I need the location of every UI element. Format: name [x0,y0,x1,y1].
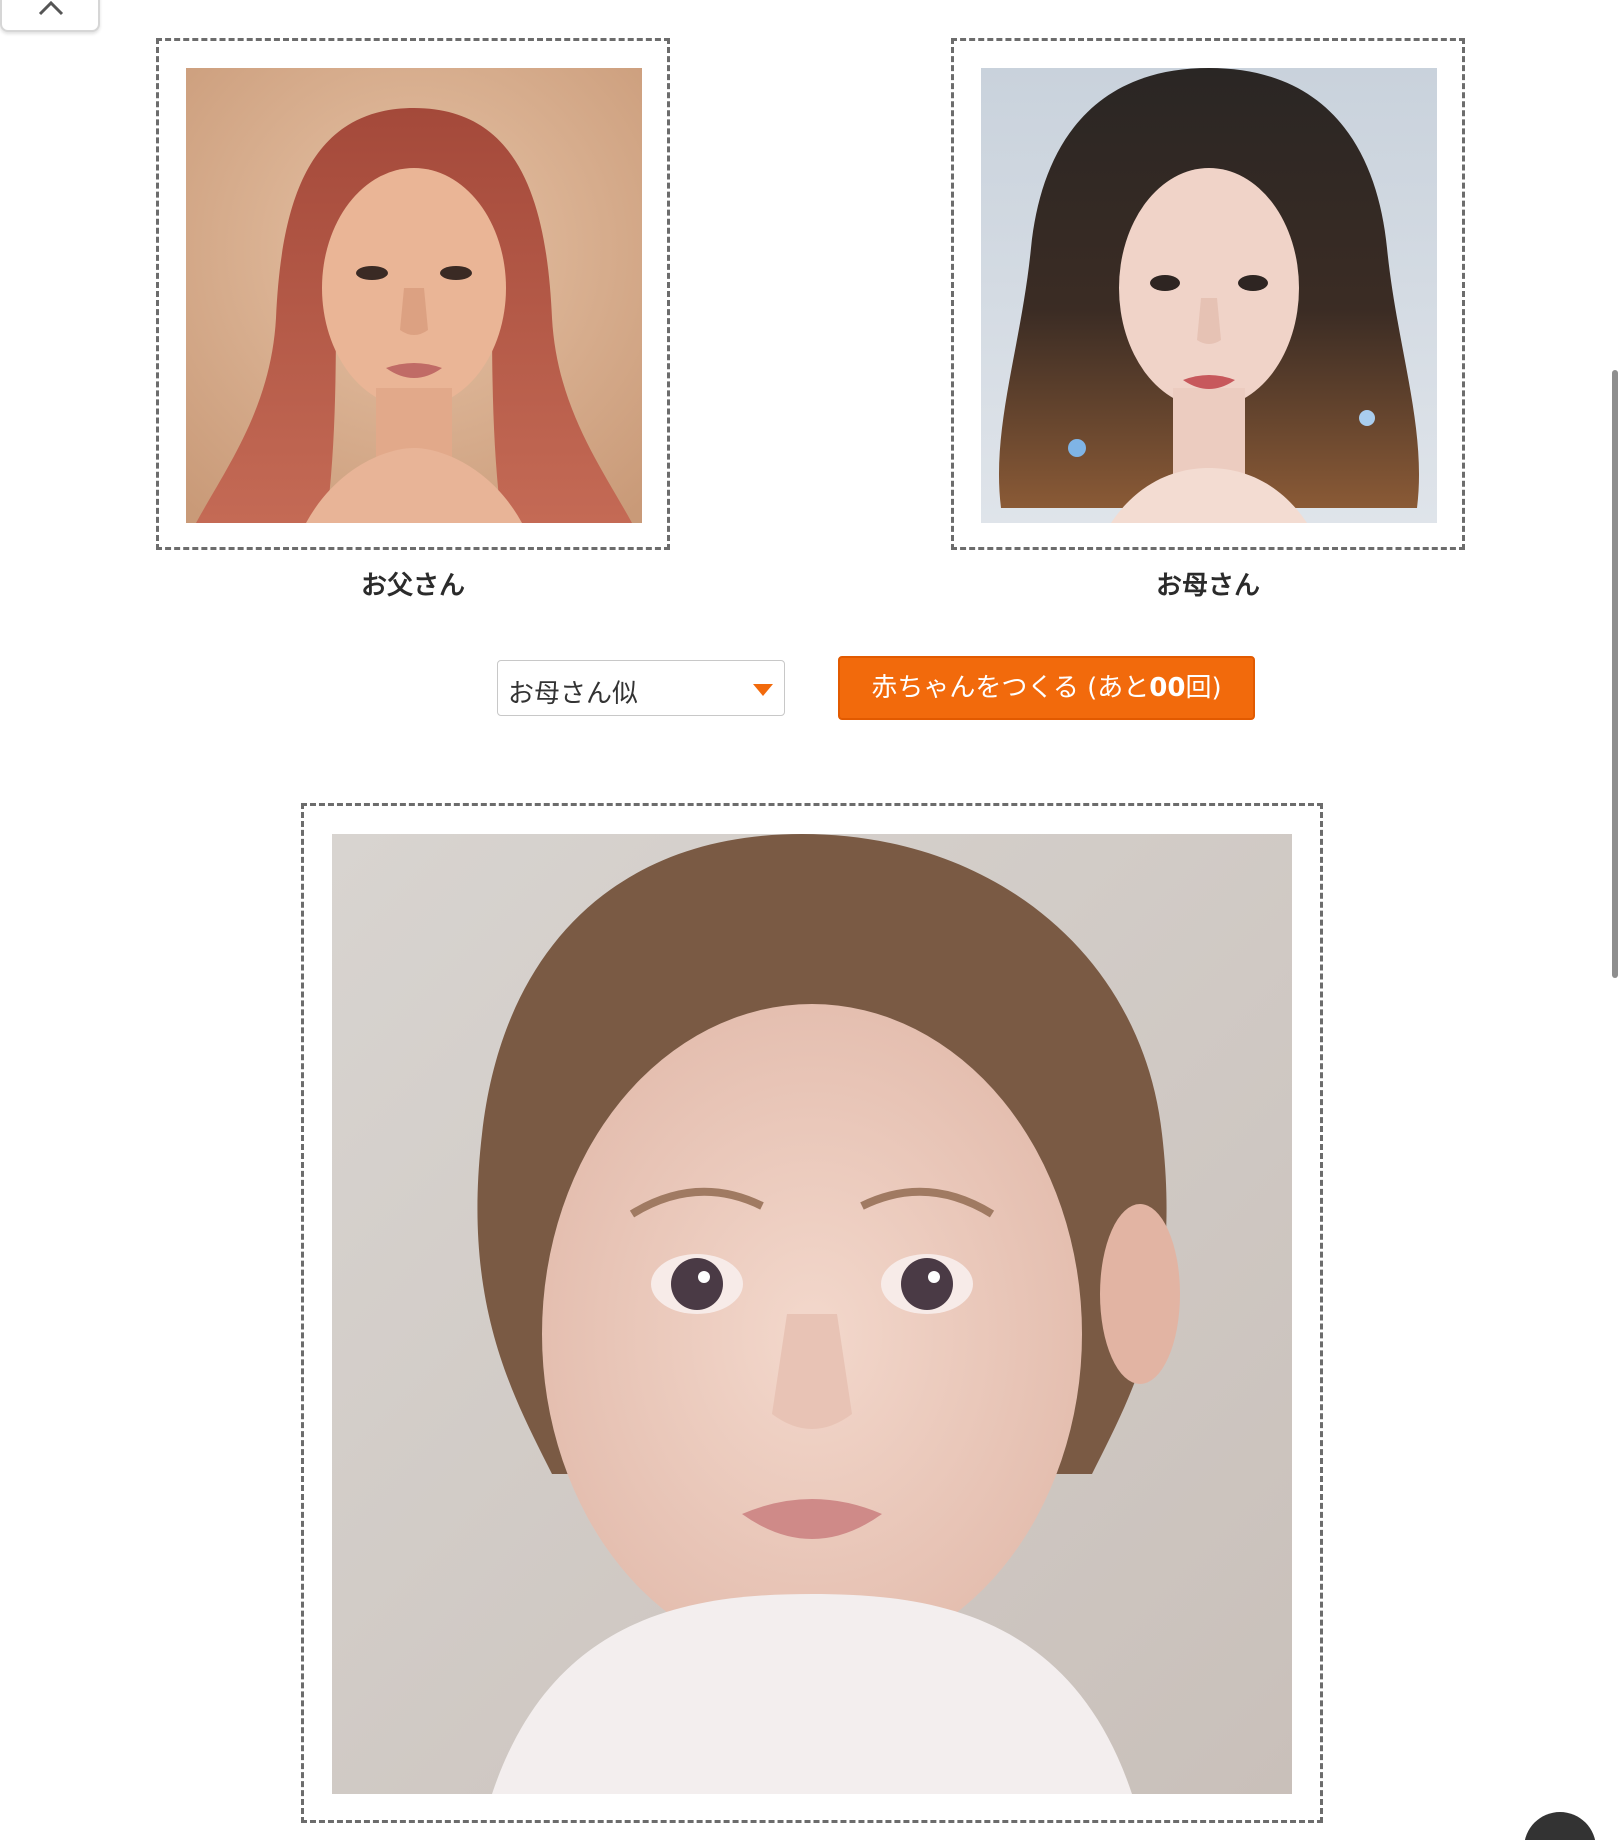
father-photo-frame[interactable] [156,38,670,550]
mother-label: お母さん [1155,571,1260,601]
baby-photo [332,834,1292,1794]
remaining-count: 00 [1149,673,1186,703]
caret-down-icon [753,684,773,696]
resemblance-select-value: お母さん似 [508,679,639,709]
floating-action-button[interactable] [1524,1812,1596,1840]
page: お父さん お母さん お母さん似 赤ちゃんをつくる (あと00回) [0,0,1620,1840]
collapse-tab[interactable] [0,0,100,32]
chevron-up-icon [38,0,64,16]
mother-photo-frame[interactable] [951,38,1465,550]
resemblance-select[interactable]: お母さん似 [497,660,785,716]
make-baby-button[interactable]: 赤ちゃんをつくる (あと00回) [838,656,1255,720]
make-button-suffix: 回) [1185,673,1222,703]
father-label: お父さん [360,571,465,601]
make-button-prefix: 赤ちゃんをつくる (あと [871,673,1150,703]
scrollbar[interactable] [1608,0,1620,1840]
scrollbar-thumb[interactable] [1612,370,1618,978]
father-photo [186,68,642,523]
baby-photo-frame [301,803,1323,1823]
mother-photo [981,68,1437,523]
